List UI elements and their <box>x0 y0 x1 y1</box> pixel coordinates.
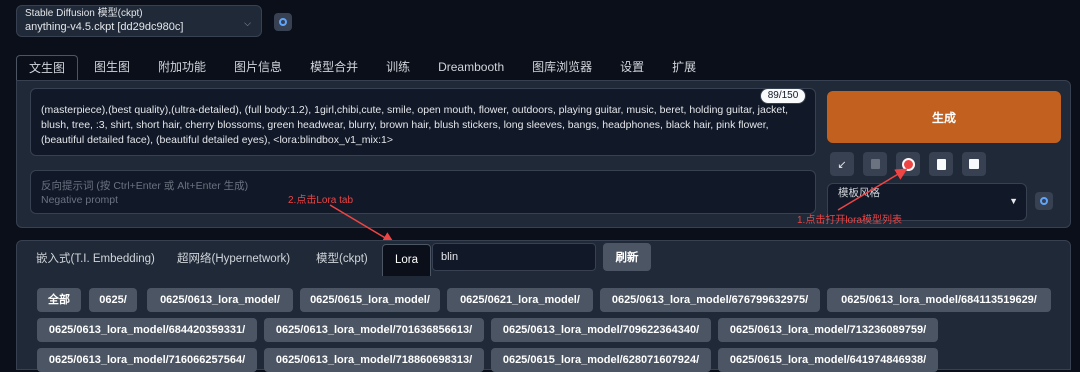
tab-lora[interactable]: Lora <box>382 244 432 276</box>
chip-folder[interactable]: 0625/0615_lora_model/641974846938/ <box>718 348 938 372</box>
chip-folder[interactable]: 0625/0613_lora_model/709622364340/ <box>491 318 711 342</box>
annotation-lora-tab: 2.点击Lora tab <box>288 195 354 206</box>
chip-folder[interactable]: 0625/0613_lora_model/718860698313/ <box>264 348 484 372</box>
chip-folder[interactable]: 0625/ <box>89 288 137 312</box>
arrow-to-lora-tab <box>329 204 395 244</box>
chip-folder[interactable]: 0625/0613_lora_model/713236089759/ <box>718 318 938 342</box>
chip-folder[interactable]: 0625/0613_lora_model/716066257564/ <box>37 348 257 372</box>
chip-folder[interactable]: 0625/0613_lora_model/ <box>147 288 293 312</box>
annotation-open-list: 1.点击打开lora模型列表 <box>797 215 903 226</box>
network-search-input[interactable]: blin <box>432 243 596 271</box>
chip-folder[interactable]: 0625/0613_lora_model/684420359331/ <box>37 318 257 342</box>
tab-textual-inversion[interactable]: 嵌入式(T.I. Embedding) <box>36 244 155 276</box>
chip-folder[interactable]: 0625/0621_lora_model/ <box>447 288 593 312</box>
arrow-to-extra-networks <box>837 168 908 211</box>
chip-folder[interactable]: 0625/0615_lora_model/628071607924/ <box>491 348 711 372</box>
chip-folder[interactable]: 0625/0613_lora_model/676799632975/ <box>600 288 820 312</box>
chip-all[interactable]: 全部 <box>37 288 81 312</box>
chip-folder[interactable]: 0625/0615_lora_model/ <box>300 288 440 312</box>
refresh-list-button[interactable]: 刷新 <box>603 243 651 271</box>
tab-hypernetwork[interactable]: 超网络(Hypernetwork) <box>177 244 290 276</box>
chip-folder[interactable]: 0625/0613_lora_model/701636856613/ <box>264 318 484 342</box>
tab-checkpoints[interactable]: 模型(ckpt) <box>316 244 368 276</box>
chip-folder[interactable]: 0625/0613_lora_model/684113519629/ <box>827 288 1051 312</box>
